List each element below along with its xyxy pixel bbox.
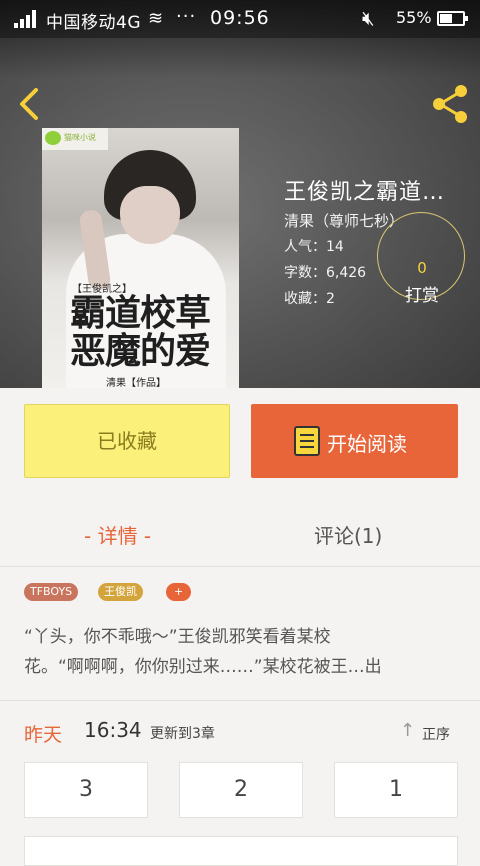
book-word-count: 字数：6,426 [284,265,367,281]
tip-count: 0 [417,259,427,277]
tip-label: 打赏 [405,286,439,306]
battery-percent: 55% [396,8,432,27]
summary-line1: “丫头，你不乖哦～”王俊凯邪笑看着某校 [24,627,331,647]
cover-badge-text: 猫咪小说 [64,133,96,142]
chapter-item[interactable]: 1 [334,762,458,818]
book-popularity: 人气：14 [284,239,344,255]
tag-tfboys[interactable]: TFBOYS [24,583,79,601]
favorite-button[interactable]: 已收藏 [24,404,230,478]
wifi-icon: ≋ [148,8,164,29]
status-bar: 中国移动4G ≋ ··· 09:56 🔇︎ 55% [0,0,480,38]
add-tag-button[interactable]: + [166,583,192,601]
cover-badge: 猫咪小说 [42,128,108,150]
tag-wangjunkai[interactable]: 王俊凯 [98,583,143,601]
share-button[interactable] [428,82,472,126]
notification-dots: ··· [176,6,197,27]
book-icon [294,426,320,456]
divider [0,700,480,701]
tip-button[interactable]: 0 打赏 [377,212,465,306]
cover-title: 霸道校草 恶魔的爱 [70,294,239,370]
book-summary[interactable]: “丫头，你不乖哦～”王俊凯邪笑看着某校 花。“啊啊啊，你你别过来……”某校花被王… [24,622,464,682]
book-title: 王俊凯之霸道… [284,180,446,205]
update-time: 16:34 [84,718,142,742]
start-reading-label: 开始阅读 [327,432,407,456]
bottom-card [24,836,458,866]
share-icon [433,85,467,123]
book-header: 中国移动4G ≋ ··· 09:56 🔇︎ 55% 猫咪小说 【王俊凯之】 霸道… [0,0,480,388]
signal-icon [14,10,40,28]
carrier-label: 中国移动4G [46,13,141,33]
update-day: 昨天 [24,724,63,746]
sort-order-button[interactable]: 正序 [422,724,450,744]
back-button[interactable] [10,84,50,124]
start-reading-button[interactable]: 开始阅读 [251,404,458,478]
summary-line2: 花。“啊啊啊，你你别过来……”某校花被王…出 [24,657,382,677]
cover-figure-face [120,186,180,244]
mute-icon: 🔇︎ [362,6,375,30]
chapter-item[interactable]: 2 [179,762,303,818]
battery-icon [437,11,468,26]
divider [0,566,480,567]
tab-comments[interactable]: 评论(1) [314,520,382,549]
chevron-left-icon [20,88,38,120]
cover-title-line1: 霸道校草 [70,292,211,334]
chapter-item[interactable]: 3 [24,762,148,818]
tab-detail[interactable]: - 详情 - [84,520,151,549]
clock: 09:56 [210,7,270,29]
book-favorites: 收藏：2 [284,291,335,307]
cover-title-line2: 恶魔的爱 [70,330,211,372]
cat-logo-icon [45,131,61,145]
sort-arrow-icon[interactable]: ↑ [400,720,415,741]
update-text: 更新到3章 [150,726,215,742]
cover-author: 清果【作品】 [106,378,166,388]
book-cover[interactable]: 猫咪小说 【王俊凯之】 霸道校草 恶魔的爱 清果【作品】 [42,128,239,388]
